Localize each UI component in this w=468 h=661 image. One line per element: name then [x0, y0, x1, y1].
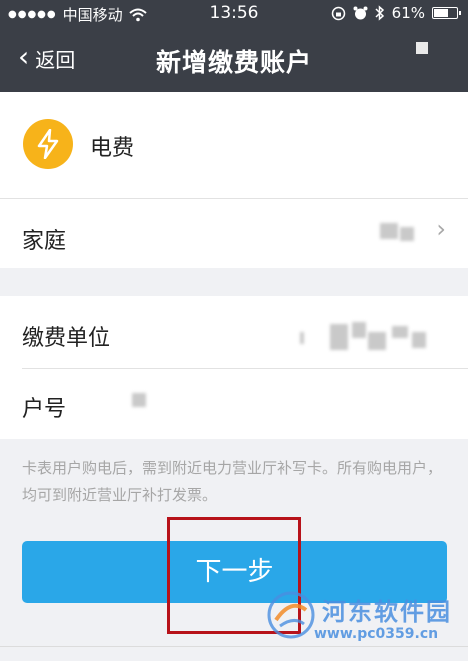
bill-type-row: 电费: [0, 92, 468, 198]
payee-row[interactable]: 缴费单位: [0, 296, 468, 368]
account-form-card: 缴费单位 户号: [0, 296, 468, 439]
redacted-payee-value: [392, 326, 408, 338]
chevron-right-icon: ›: [436, 215, 446, 243]
nav-bar: ‹ 返回 新增缴费账户: [0, 28, 468, 92]
rotation-lock-icon: [331, 6, 345, 20]
redacted-payee-value: [300, 332, 304, 344]
watermark-url: www.pc0359.cn: [314, 626, 439, 642]
watermark-name: 河东软件园: [322, 598, 452, 626]
redacted-account-value: [132, 393, 146, 407]
redacted-payee-value: [352, 322, 366, 338]
redacted-group-value: [380, 223, 398, 239]
payee-label: 缴费单位: [22, 326, 111, 351]
redacted-payee-value: [368, 332, 386, 350]
status-bar: ●●●●● 中国移动 13:56 61%: [0, 0, 468, 28]
redacted-payee-value: [412, 332, 426, 348]
watermark: 河东软件园 www.pc0359.cn: [266, 588, 462, 644]
battery-percent: 61%: [391, 4, 425, 22]
redacted-group-value: [400, 227, 414, 241]
account-number-label: 户号: [22, 397, 67, 422]
bluetooth-icon: [375, 5, 384, 21]
more-menu-icon[interactable]: [416, 42, 428, 54]
alarm-icon: [353, 6, 368, 19]
battery-icon: [432, 7, 461, 19]
header: ●●●●● 中国移动 13:56 61% ‹ 返回 新增缴费账户: [0, 0, 468, 92]
bill-card: 电费 家庭 ›: [0, 92, 468, 268]
lightning-icon: [23, 119, 73, 169]
divider: [0, 646, 468, 647]
group-label: 家庭: [22, 229, 67, 254]
bill-type-name: 电费: [90, 136, 135, 161]
hint-text: 卡表用户购电后，需到附近电力营业厅补写卡。所有购电用户，均可到附近营业厅补打发票…: [22, 459, 443, 504]
redacted-payee-value: [330, 324, 348, 350]
page-title: 新增缴费账户: [155, 48, 312, 77]
watermark-logo-icon: [267, 591, 315, 639]
status-right: 61%: [331, 4, 461, 22]
account-number-row[interactable]: 户号: [0, 369, 468, 439]
